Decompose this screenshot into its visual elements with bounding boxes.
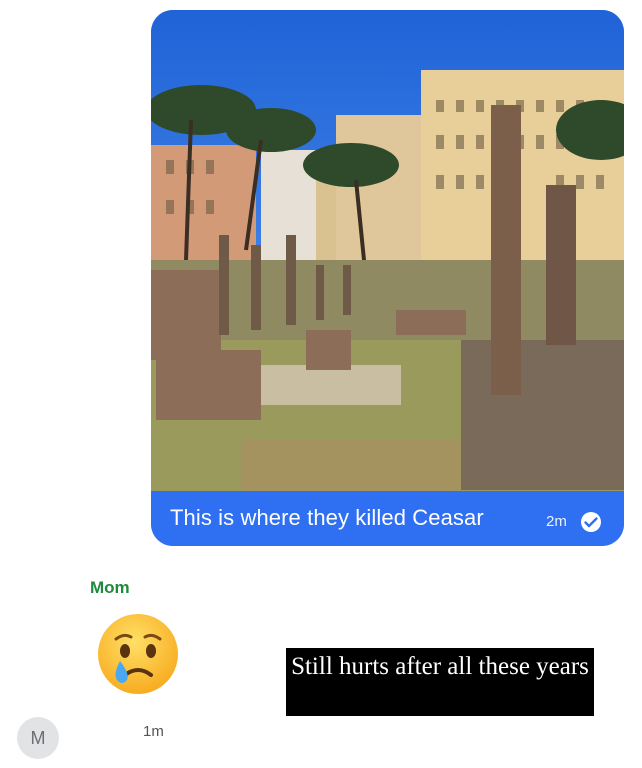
read-receipt-icon — [581, 512, 601, 532]
overlay-caption: Still hurts after all these years — [286, 648, 594, 716]
crying-face-icon[interactable] — [94, 612, 182, 696]
message-caption: This is where they killed Ceasar 2m — [151, 491, 624, 546]
sender-name: Mom — [90, 578, 130, 597]
message-time: 2m — [546, 513, 567, 530]
incoming-message-time: 1m — [143, 723, 164, 740]
ruins-photo[interactable] — [151, 10, 624, 491]
sender-avatar[interactable]: M — [17, 717, 59, 759]
outgoing-message-bubble[interactable]: This is where they killed Ceasar 2m — [151, 10, 624, 546]
caption-text: This is where they killed Ceasar — [170, 505, 484, 530]
